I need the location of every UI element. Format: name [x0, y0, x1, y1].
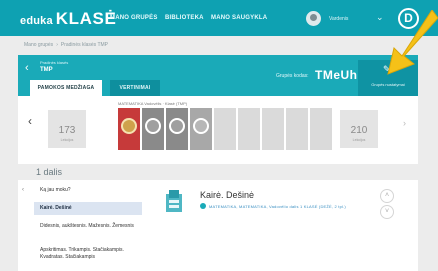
- book-cover[interactable]: [262, 108, 284, 150]
- teacher-icon: [166, 190, 182, 212]
- avatar[interactable]: [306, 11, 321, 26]
- strip-next-icon[interactable]: ›: [403, 118, 406, 128]
- lesson-nav-icon[interactable]: ‹: [22, 187, 24, 193]
- book-cover[interactable]: [286, 108, 308, 150]
- lesson-count-right: 210 Lekcijos: [340, 110, 378, 148]
- chevron-down-icon[interactable]: ˅: [380, 205, 394, 219]
- book-badge-icon: [121, 118, 137, 134]
- annotation-arrow-icon: [387, 10, 438, 75]
- lesson-detail-title: Kairė. Dešinė: [200, 190, 255, 200]
- group-code-label: Grupės kodas:: [276, 73, 309, 79]
- back-icon[interactable]: ‹: [25, 62, 29, 74]
- nav-link-my-storage[interactable]: MANO SAUGYKLA: [211, 15, 267, 21]
- book-strip: ‹ 173 Lekcijos MATEMATIKA Vadovėlis · Kl…: [18, 96, 418, 164]
- book-cover[interactable]: [310, 108, 332, 150]
- nav-link-my-groups[interactable]: MANO GRUPĖS: [110, 15, 158, 21]
- chevron-up-icon[interactable]: ˄: [380, 189, 394, 203]
- username[interactable]: Vardenis: [329, 16, 348, 22]
- lesson-count-left-number: 173: [58, 125, 76, 136]
- lesson-detail-card: Kairė. Dešinė MATEMATIKA, MATEMATIKA, Va…: [142, 180, 418, 271]
- section-title: 1 dalis: [36, 167, 63, 177]
- strip-prev-icon[interactable]: ‹: [28, 114, 32, 128]
- lesson-item[interactable]: Ką jau moku?: [34, 184, 142, 197]
- lesson-count-left-label: Lekcijos: [60, 138, 74, 142]
- book-cover[interactable]: [142, 108, 164, 150]
- strip-caption: MATEMATIKA Vadovėlis · Klasė (TMP): [118, 101, 188, 106]
- book-badge-icon: [169, 118, 185, 134]
- book-badge-icon: [145, 118, 161, 134]
- lesson-list: ‹ Ką jau moku? Kairė. Dešinė Didesnis, a…: [18, 180, 142, 271]
- logo[interactable]: eduka KLASĖ: [20, 9, 116, 29]
- breadcrumb-separator: ›: [56, 42, 58, 48]
- lesson-detail-subtitle: MATEMATIKA, MATEMATIKA, Vadovėlio dalis …: [209, 204, 346, 209]
- group-panel: ‹ Pradinės klasės TMP PAMOKOS MEDŽIAGA V…: [18, 55, 418, 96]
- lesson-count-right-label: Lekcijos: [352, 138, 366, 142]
- book-cover[interactable]: [190, 108, 212, 150]
- logo-big: KLASĖ: [55, 9, 117, 28]
- logo-small: eduka: [20, 15, 53, 27]
- book-cover[interactable]: [166, 108, 188, 150]
- nav-link-library[interactable]: BIBLIOTEKA: [165, 15, 204, 21]
- lesson-count-right-number: 210: [350, 125, 368, 136]
- top-navigation: eduka KLASĖ MANO GRUPĖS BIBLIOTEKA MANO S…: [0, 0, 438, 36]
- book-badge-icon: [193, 118, 209, 134]
- book-cover[interactable]: [118, 108, 140, 150]
- lesson-count-left: 173 Lekcijos: [48, 110, 86, 148]
- breadcrumb: Mano grupės › Pradinės klasės TMP: [24, 42, 108, 48]
- group-category: Pradinės klasės: [40, 60, 69, 65]
- group-settings-label: Grupės nustatymai: [371, 82, 405, 87]
- tab-lesson-material[interactable]: PAMOKOS MEDŽIAGA: [30, 80, 102, 96]
- breadcrumb-item-groups[interactable]: Mano grupės: [24, 42, 53, 48]
- group-name: TMP: [40, 67, 53, 73]
- breadcrumb-item-current: Pradinės klasės TMP: [60, 42, 109, 48]
- tab-assessments[interactable]: VERTINIMAI: [110, 80, 160, 96]
- lesson-item[interactable]: Apskritimas. Trikampis. Stačiakampis. Kv…: [34, 244, 142, 264]
- lesson-item[interactable]: Didesnis, aukštesnis. Mažesnis. Žemesnis: [34, 220, 142, 233]
- check-icon: [200, 203, 206, 209]
- book-cover[interactable]: [214, 108, 236, 150]
- lesson-item-active[interactable]: Kairė. Dešinė: [34, 202, 142, 215]
- book-cover[interactable]: [238, 108, 260, 150]
